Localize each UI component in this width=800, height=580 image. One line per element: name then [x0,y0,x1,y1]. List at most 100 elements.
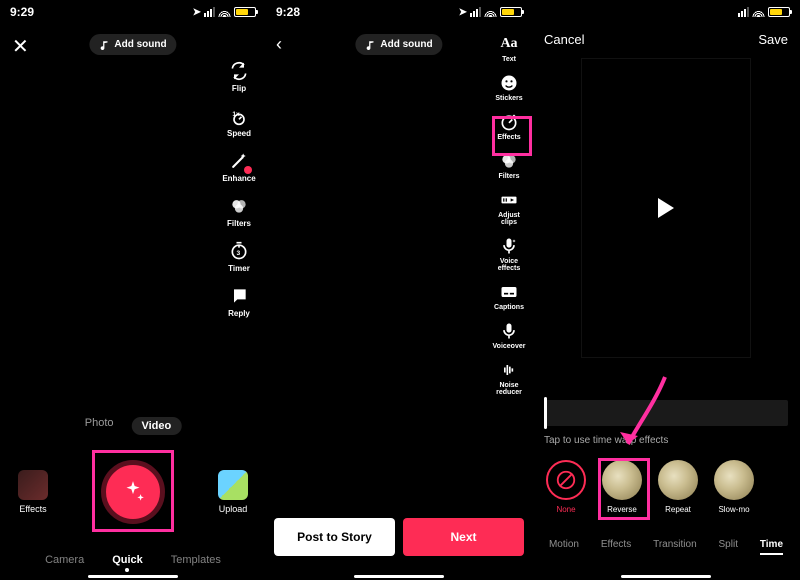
effect-reverse[interactable]: Reverse [602,460,642,514]
tool-timer[interactable]: 3 Timer [220,240,258,273]
tool-reply-label: Reply [228,309,250,318]
tool-reply[interactable]: Reply [220,285,258,318]
tool-stickers[interactable]: Stickers [490,73,528,102]
tool-text[interactable]: Aa Text [490,34,528,63]
tool-adjust-label: Adjust clips [490,212,528,226]
tool-effects-label: Effects [497,134,520,141]
add-sound-label: Add sound [380,39,432,50]
effect-none-label: None [556,505,575,514]
text-icon: Aa [499,34,519,54]
tool-filters[interactable]: Filters [490,151,528,180]
tool-flip-label: Flip [232,84,246,93]
tool-voiceover-label: Voiceover [493,343,526,350]
effect-repeat[interactable]: Repeat [658,460,698,514]
effects-icon [18,470,48,500]
noise-icon [499,360,519,380]
timeline-cursor[interactable] [544,397,547,429]
home-indicator [88,575,178,578]
home-indicator [354,575,444,578]
tool-filters-label: Filters [227,219,251,228]
edit-screen: 9:28 ➤ ‹ Add sound Aa Text Stickers Effe… [266,0,532,580]
edit-buttons: Post to Story Next [274,518,524,556]
tool-voice-effects[interactable]: Voice effects [490,236,528,272]
effects-header: Cancel Save [532,32,800,47]
tool-filters-label: Filters [498,173,519,180]
repeat-icon [658,460,698,500]
cat-time[interactable]: Time [760,539,783,550]
effect-none[interactable]: None [546,460,586,514]
cat-split[interactable]: Split [719,539,738,550]
cat-transition[interactable]: Transition [653,539,697,550]
bottom-tabs: Camera Quick Templates [0,554,266,566]
tab-quick[interactable]: Quick [112,554,143,566]
flip-icon [228,60,250,82]
mode-tab-video[interactable]: Video [131,417,181,435]
effects-button[interactable]: Effects [18,470,48,514]
slowmo-icon [714,460,754,500]
tool-enhance-label: Enhance [222,174,255,183]
adjust-clips-icon [499,190,519,210]
none-icon [546,460,586,500]
tab-templates[interactable]: Templates [171,554,221,566]
post-to-story-button[interactable]: Post to Story [274,518,395,556]
effect-repeat-label: Repeat [665,505,691,514]
status-time: 9:29 [10,5,34,19]
filters-icon [228,195,250,217]
battery-icon [234,7,256,17]
tool-effects[interactable]: Effects [490,112,528,141]
upload-button[interactable]: Upload [218,470,248,514]
timeline[interactable] [544,400,788,426]
mode-tab-photo[interactable]: Photo [85,417,114,435]
back-button[interactable]: ‹ [276,34,282,55]
cancel-button[interactable]: Cancel [544,32,584,47]
tool-speed-label: Speed [227,129,251,138]
tool-flip[interactable]: Flip [220,60,258,93]
tool-filters[interactable]: Filters [220,195,258,228]
upload-label: Upload [219,504,248,514]
add-sound-button[interactable]: Add sound [355,34,442,55]
mode-tabs: Photo Video [85,417,182,435]
wifi-icon [218,8,231,17]
location-icon: ➤ [193,7,201,18]
upload-icon [218,470,248,500]
cat-motion[interactable]: Motion [549,539,579,550]
tool-noise-reducer[interactable]: Noise reducer [490,360,528,396]
next-button[interactable]: Next [403,518,524,556]
status-icons [738,7,790,17]
video-preview[interactable] [581,58,751,358]
tab-camera[interactable]: Camera [45,554,84,566]
wifi-icon [484,8,497,17]
tool-captions[interactable]: Captions [490,282,528,311]
captions-icon [499,282,519,302]
cat-effects[interactable]: Effects [601,539,631,550]
tool-adjust-clips[interactable]: Adjust clips [490,190,528,226]
record-button[interactable] [101,460,165,524]
tool-text-label: Text [502,56,516,63]
sparkle-icon [120,479,146,505]
location-icon: ➤ [459,7,467,18]
tool-noise-label: Noise reducer [490,382,528,396]
effects-hint: Tap to use time warp effects [544,435,668,446]
home-indicator [621,575,711,578]
voice-effects-icon [499,236,519,256]
effect-slowmo[interactable]: Slow-mo [714,460,754,514]
tool-stickers-label: Stickers [495,95,522,102]
tool-enhance[interactable]: Enhance [220,150,258,183]
effects-icon [499,112,519,132]
signal-icon [470,7,481,17]
tool-voiceover[interactable]: Voiceover [490,321,528,350]
signal-icon [738,7,749,17]
save-button[interactable]: Save [758,32,788,47]
reply-icon [228,285,250,307]
tool-speed[interactable]: 1x Speed [220,105,258,138]
close-button[interactable]: ✕ [12,34,29,59]
tool-timer-label: Timer [228,264,250,273]
add-sound-button[interactable]: Add sound [89,34,176,55]
filters-icon [499,151,519,171]
time-effects-screen: Cancel Save Tap to use time warp effects… [532,0,800,580]
signal-icon [204,7,215,17]
effect-reverse-label: Reverse [607,505,637,514]
edit-tools: Aa Text Stickers Effects Filters Adjust … [490,34,528,396]
tool-voice-label: Voice effects [490,258,528,272]
enhance-icon [228,150,250,172]
